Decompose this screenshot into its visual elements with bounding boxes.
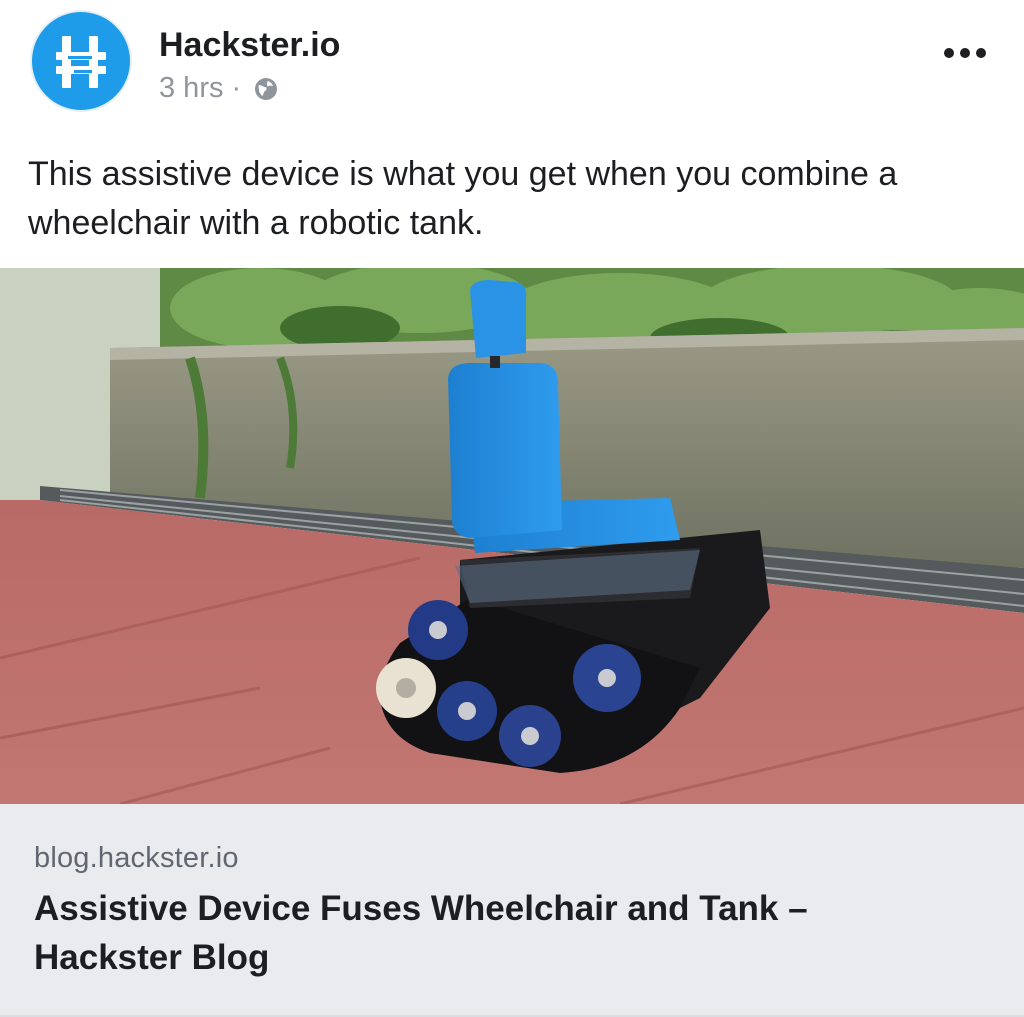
post-timestamp[interactable]: 3 hrs	[159, 72, 223, 105]
globe-icon	[255, 77, 278, 100]
page-name[interactable]: Hackster.io	[159, 26, 340, 65]
wheelchair-tank-photo	[0, 268, 1024, 804]
page-avatar[interactable]	[32, 12, 130, 110]
post-header: Hackster.io 3 hrs ·	[0, 0, 1024, 140]
post-message: This assistive device is what you get wh…	[28, 155, 898, 242]
post-meta: 3 hrs ·	[159, 72, 279, 105]
link-preview[interactable]: blog.hackster.io Assistive Device Fuses …	[0, 804, 1024, 1017]
more-options-icon[interactable]	[940, 38, 990, 68]
link-domain: blog.hackster.io	[34, 842, 239, 874]
post-photo[interactable]	[0, 268, 1024, 804]
hackster-logo-icon	[56, 36, 106, 88]
link-title[interactable]: Assistive Device Fuses Wheelchair and Ta…	[34, 884, 934, 982]
meta-separator: ·	[231, 72, 242, 104]
